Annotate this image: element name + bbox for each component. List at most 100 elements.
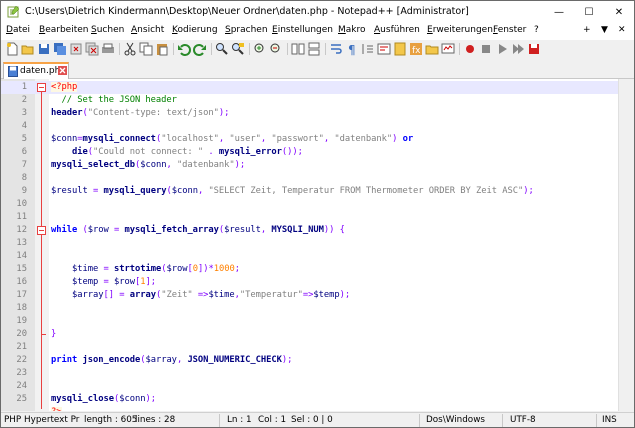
status-separator <box>419 414 420 427</box>
toolbar-separator <box>287 43 288 55</box>
stop-macro-icon[interactable] <box>479 42 493 56</box>
cut-icon[interactable] <box>123 42 137 56</box>
fold-toggle-icon[interactable] <box>37 83 46 92</box>
code-line[interactable]: 2 // Set the JSON header <box>1 94 634 107</box>
code-line[interactable]: 1 <?php <box>1 81 634 94</box>
print-icon[interactable] <box>101 42 115 56</box>
plus-icon[interactable]: + <box>583 25 591 35</box>
code-line[interactable]: 8 <box>1 172 634 185</box>
code-text: ?> <box>51 406 62 411</box>
sync-vertical-icon[interactable] <box>291 42 305 56</box>
menu-kodierung[interactable]: Kodierung <box>172 25 218 35</box>
open-file-icon[interactable] <box>21 42 35 56</box>
code-line[interactable]: 13 <box>1 237 634 250</box>
zoom-in-icon[interactable] <box>253 42 267 56</box>
code-editor[interactable]: 1 <?php 2 // Set the JSON header 3 header(… <box>1 79 634 411</box>
status-bar: PHP Hypertext Pr length : 605 lines : 28… <box>1 412 634 427</box>
maximize-button[interactable]: ☐ <box>574 1 604 23</box>
code-line[interactable]: 14 <box>1 250 634 263</box>
menu-erweiterungen[interactable]: Erweiterungen <box>427 25 493 35</box>
chevron-down-icon[interactable]: ▼ <box>601 25 608 35</box>
monitoring-icon[interactable] <box>441 42 455 56</box>
code-line[interactable]: 23 <box>1 367 634 380</box>
new-file-icon[interactable] <box>5 42 19 56</box>
menu-makro[interactable]: Makro <box>338 25 366 35</box>
document-map-icon[interactable] <box>393 42 407 56</box>
code-text: } <box>51 329 57 339</box>
save-macro-icon[interactable] <box>527 42 541 56</box>
indent-guide-icon[interactable] <box>361 42 375 56</box>
code-line[interactable]: 3 header("Content-type: text/json"); <box>1 107 634 120</box>
code-line[interactable]: 17 $array[] = array("Zeit" =>$time,"Temp… <box>1 289 634 302</box>
fold-toggle-icon[interactable] <box>37 226 46 235</box>
line-number: 2 <box>21 95 27 105</box>
code-line[interactable]: 6 die("Could not connect: " . mysqli_err… <box>1 146 634 159</box>
paste-icon[interactable] <box>155 42 169 56</box>
code-line[interactable]: 9 $result = mysqli_query($conn, "SELECT Z… <box>1 185 634 198</box>
find-icon[interactable] <box>215 42 229 56</box>
fold-end-marker <box>41 334 46 335</box>
code-line[interactable]: 24 <box>1 380 634 393</box>
menu-datei[interactable]: Datei <box>6 25 30 35</box>
code-line[interactable]: 25 mysqli_close($conn); <box>1 393 634 406</box>
menu-bearbeiten[interactable]: Bearbeiten <box>39 25 88 35</box>
code-text: while ($row = mysqli_fetch_array($result… <box>51 225 345 235</box>
code-line[interactable]: 18 <box>1 302 634 315</box>
tab-daten-php[interactable]: daten.php <box>3 62 69 79</box>
code-line[interactable]: ?> <box>1 406 634 411</box>
menu-einstellungen[interactable]: Einstellungen <box>272 25 333 35</box>
status-encoding[interactable]: UTF-8 <box>510 415 536 425</box>
sync-horizontal-icon[interactable] <box>307 42 321 56</box>
line-number: 19 <box>16 316 27 326</box>
menu-suchen[interactable]: Suchen <box>91 25 124 35</box>
code-line[interactable]: 20} <box>1 328 634 341</box>
line-number: 8 <box>21 173 27 183</box>
save-icon[interactable] <box>37 42 51 56</box>
code-line[interactable]: 5 $conn=mysqli_connect("localhost", "user… <box>1 133 634 146</box>
redo-icon[interactable] <box>193 42 207 56</box>
play-macro-icon[interactable] <box>495 42 509 56</box>
code-line[interactable]: 21 <box>1 341 634 354</box>
code-line[interactable]: 15 $time = strtotime($row[0])*1000; <box>1 263 634 276</box>
status-eol[interactable]: Dos\Windows <box>426 415 485 425</box>
save-all-icon[interactable] <box>53 42 67 56</box>
menu-sprachen[interactable]: Sprachen <box>225 25 268 35</box>
code-line[interactable]: 7 mysqli_select_db($conn, "datenbank"); <box>1 159 634 172</box>
code-text: print json_encode($array, JSON_NUMERIC_C… <box>51 355 293 365</box>
udl-icon[interactable] <box>377 42 391 56</box>
code-line[interactable]: 10 <box>1 198 634 211</box>
menu-fenster[interactable]: Fenster <box>493 25 526 35</box>
svg-text:fx: fx <box>412 46 421 56</box>
replace-icon[interactable] <box>231 42 245 56</box>
code-line[interactable]: 22 print json_encode($array, JSON_NUMERIC… <box>1 354 634 367</box>
line-number: 11 <box>16 212 27 222</box>
code-line[interactable]: 12 while ($row = mysqli_fetch_array($resu… <box>1 224 634 237</box>
minimize-button[interactable]: — <box>544 1 574 23</box>
function-list-icon[interactable]: fx <box>409 42 423 56</box>
menu-help[interactable]: ? <box>534 25 539 35</box>
show-all-characters-icon[interactable]: ¶ <box>345 42 359 56</box>
close-button[interactable]: ✕ <box>604 1 634 23</box>
copy-icon[interactable] <box>139 42 153 56</box>
menu-ansicht[interactable]: Ansicht <box>131 25 164 35</box>
close-document-icon[interactable]: ✕ <box>618 25 626 35</box>
close-file-icon[interactable] <box>69 42 83 56</box>
tab-close-icon[interactable] <box>58 66 67 75</box>
vertical-scrollbar[interactable] <box>618 79 634 411</box>
close-all-icon[interactable] <box>85 42 99 56</box>
zoom-out-icon[interactable] <box>269 42 283 56</box>
folder-workspace-icon[interactable] <box>425 42 439 56</box>
run-macro-multiple-icon[interactable] <box>511 42 525 56</box>
line-number: 23 <box>16 368 27 378</box>
code-line[interactable]: 4 <box>1 120 634 133</box>
code-line[interactable]: 11 <box>1 211 634 224</box>
menu-ausfuehren[interactable]: Ausführen <box>374 25 420 35</box>
word-wrap-icon[interactable] <box>329 42 343 56</box>
undo-icon[interactable] <box>177 42 191 56</box>
code-line[interactable]: 16 $temp = $row[1]; <box>1 276 634 289</box>
line-number: 5 <box>21 134 27 144</box>
line-number: 3 <box>21 108 27 118</box>
code-line[interactable]: 19 <box>1 315 634 328</box>
status-insert-mode[interactable]: INS <box>602 415 617 425</box>
record-macro-icon[interactable] <box>463 42 477 56</box>
